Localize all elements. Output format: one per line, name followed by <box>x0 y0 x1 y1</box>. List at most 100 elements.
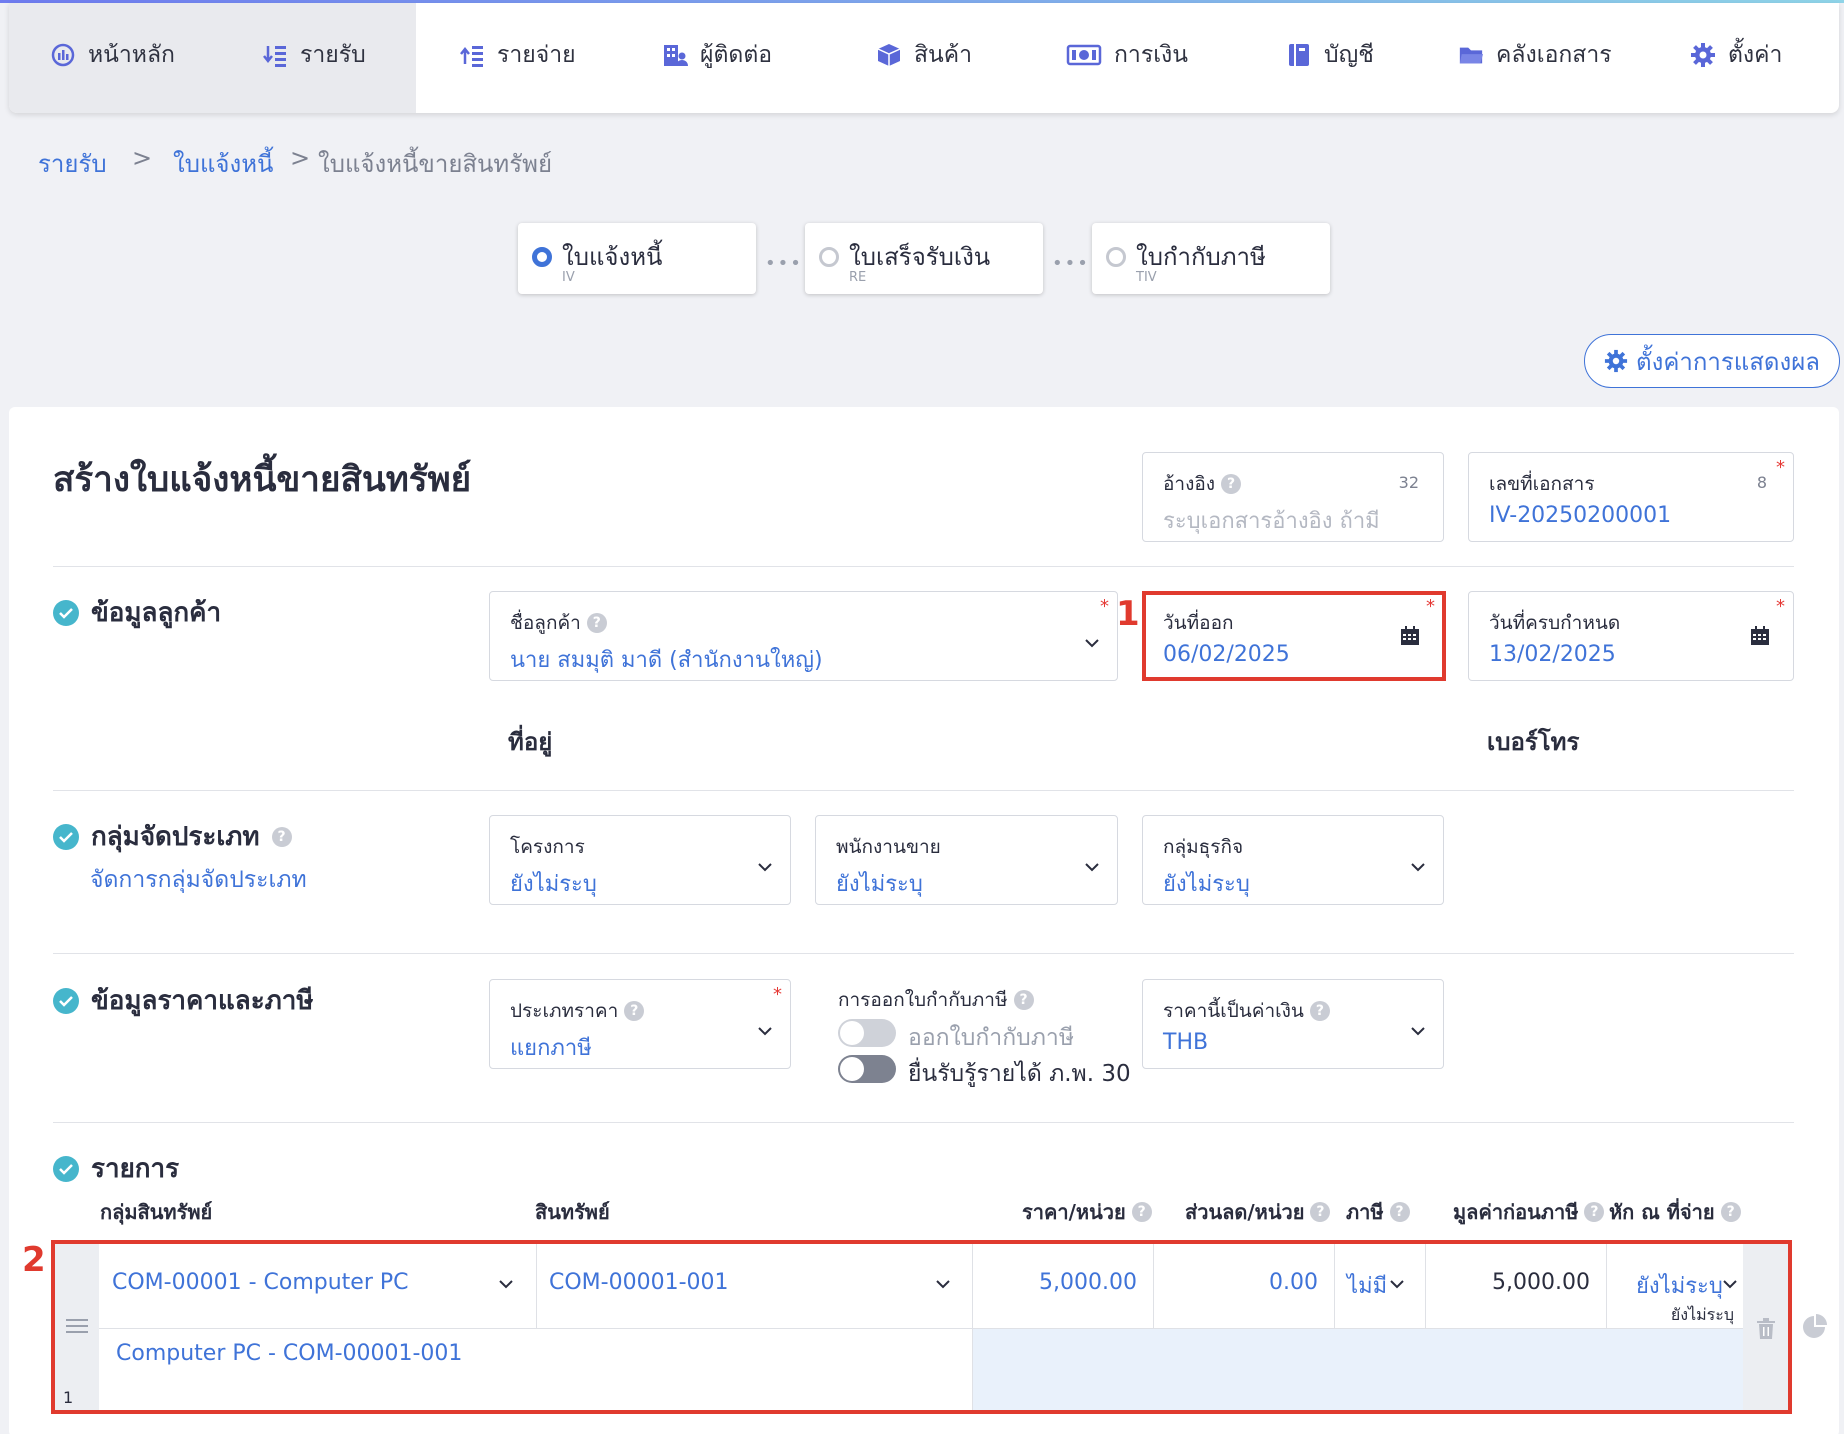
items-section-heading: รายการ <box>53 1148 179 1189</box>
chevron-down-icon <box>1085 639 1099 648</box>
currency-label: ราคานี้เป็นค่าเงิน <box>1163 1000 1304 1022</box>
pie-chart-icon[interactable] <box>1801 1314 1827 1340</box>
divider <box>53 566 1794 567</box>
currency-label-row: ราคานี้เป็นค่าเงิน? <box>1163 996 1330 1026</box>
help-icon[interactable]: ? <box>1389 1202 1410 1222</box>
nav-label: หน้าหลัก <box>88 42 175 68</box>
display-settings-button[interactable]: ตั้งค่าการแสดงผล <box>1584 334 1840 388</box>
manage-category-link[interactable]: จัดการกลุ่มจัดประเภท <box>90 862 307 898</box>
due-date-label: วันที่ครบกำหนด <box>1489 612 1621 634</box>
step-invoice[interactable]: ใบแจ้งหนี้ IV <box>518 223 756 294</box>
required-marker: * <box>1776 596 1785 617</box>
column-header-tax: ภาษี? <box>1346 1196 1410 1228</box>
column-header-pre-tax: มูลค่าก่อนภาษี? <box>1453 1196 1605 1228</box>
doc-number-label: เลขที่เอกสาร <box>1489 473 1595 495</box>
breadcrumb-income[interactable]: รายรับ <box>38 144 107 183</box>
help-icon[interactable]: ? <box>624 1001 645 1021</box>
price-type-label: ประเภทราคา <box>510 1000 619 1022</box>
customer-name-label-row: ชื่อลูกค้า? <box>510 608 607 638</box>
nav-item-finance[interactable]: การเงิน <box>1066 0 1188 110</box>
tax-invoice-label-row: การออกใบกำกับภาษี? <box>838 985 1034 1015</box>
price-type-select[interactable]: ประเภทราคา? * แยกภาษี <box>489 979 791 1069</box>
help-icon[interactable]: ? <box>1310 1202 1331 1222</box>
currency-value: THB <box>1163 1030 1209 1055</box>
step-title: ใบเสร็จรับเงิน <box>849 243 991 271</box>
nav-item-documents[interactable]: คลังเอกสาร <box>1458 0 1612 110</box>
help-icon[interactable]: ? <box>1221 474 1242 494</box>
divider <box>53 1122 1794 1123</box>
divider <box>53 953 1794 954</box>
category-section-heading: กลุ่มจัดประเภท ? <box>53 816 292 857</box>
nav-label: รายจ่าย <box>497 42 576 68</box>
revenue-pp30-label: ยื่นรับรู้รายได้ ภ.พ. 30 <box>908 1061 1131 1087</box>
contacts-icon <box>662 42 688 68</box>
nav-item-contacts[interactable]: ผู้ติดต่อ <box>662 0 772 110</box>
business-group-label: กลุ่มธุรกิจ <box>1163 836 1244 858</box>
reference-field[interactable]: อ้างอิง? 32 ระบุเอกสารอ้างอิง ถ้ามี <box>1142 452 1444 542</box>
required-marker: * <box>1776 457 1785 478</box>
char-count: 32 <box>1398 473 1419 492</box>
check-icon <box>53 599 79 626</box>
doc-number-field[interactable]: เลขที่เอกสาร 8 * IV-20250200001 <box>1468 452 1794 542</box>
salesperson-select[interactable]: พนักงานขาย ยังไม่ระบุ <box>815 815 1118 905</box>
tax-invoice-label: การออกใบกำกับภาษี <box>838 989 1008 1011</box>
chevron-down-icon <box>1085 863 1099 872</box>
header-label: กลุ่มสินทรัพย์ <box>100 1200 213 1224</box>
toggle-knob <box>840 1021 864 1045</box>
issue-tax-invoice-toggle[interactable] <box>838 1019 896 1047</box>
due-date-field[interactable]: วันที่ครบกำหนด * 13/02/2025 <box>1468 591 1794 681</box>
business-group-select[interactable]: กลุ่มธุรกิจ ยังไม่ระบุ <box>1142 815 1444 905</box>
step-indicator <box>1106 247 1126 267</box>
chevron-down-icon <box>1411 1027 1425 1036</box>
step-title: ใบแจ้งหนี้ <box>562 243 663 271</box>
required-marker: * <box>773 984 782 1005</box>
header-label: สินทรัพย์ <box>535 1200 610 1224</box>
step-receipt[interactable]: ใบเสร็จรับเงิน RE <box>805 223 1043 294</box>
help-icon[interactable]: ? <box>1131 1202 1152 1222</box>
salesperson-value: ยังไม่ระบุ <box>836 872 923 897</box>
nav-item-dashboard[interactable]: หน้าหลัก <box>50 0 175 110</box>
nav-item-income[interactable]: รายรับ <box>262 0 366 110</box>
help-icon[interactable]: ? <box>1013 990 1034 1010</box>
address-label: ที่อยู่ <box>508 728 553 756</box>
breadcrumb-invoice[interactable]: ใบแจ้งหนี้ <box>173 144 273 183</box>
reference-label: อ้างอิง <box>1163 473 1216 495</box>
nav-item-expense[interactable]: รายจ่าย <box>459 0 576 110</box>
section-title: รายการ <box>91 1154 180 1184</box>
column-header-asset-group: กลุ่มสินทรัพย์ <box>100 1196 212 1228</box>
help-icon[interactable]: ? <box>1720 1202 1741 1222</box>
income-icon <box>262 42 288 68</box>
nav-item-products[interactable]: สินค้า <box>876 0 972 110</box>
nav-item-settings[interactable]: ตั้งค่า <box>1690 0 1782 110</box>
nav-label: รายรับ <box>300 42 366 68</box>
doc-number-value: IV-20250200001 <box>1489 503 1672 528</box>
section-title: ข้อมูลราคาและภาษี <box>91 986 314 1016</box>
help-icon[interactable]: ? <box>1309 1001 1330 1021</box>
revenue-pp30-toggle[interactable] <box>838 1055 896 1083</box>
breadcrumb-separator: > <box>132 144 153 172</box>
help-icon[interactable]: ? <box>271 826 292 847</box>
header-label: ราคา/หน่วย <box>1022 1200 1126 1224</box>
expense-icon <box>459 42 485 68</box>
help-icon[interactable]: ? <box>1584 1202 1605 1222</box>
step-connector: ••• <box>1052 253 1090 274</box>
phone-label: เบอร์โทร <box>1487 728 1580 756</box>
nav-item-accounting[interactable]: บัญชี <box>1286 0 1374 110</box>
step-code: RE <box>849 270 867 285</box>
column-header-discount: ส่วนลด/หน่วย? <box>1185 1196 1331 1228</box>
page-title: สร้างใบแจ้งหนี้ขายสินทรัพย์ <box>53 460 472 500</box>
customer-name-select[interactable]: ชื่อลูกค้า? * นาย สมมุติ มาดี (สำนักงานใ… <box>489 591 1118 681</box>
project-select[interactable]: โครงการ ยังไม่ระบุ <box>489 815 791 905</box>
check-icon <box>53 823 79 850</box>
highlight-box-1 <box>1142 591 1446 681</box>
header-label: ภาษี <box>1346 1200 1384 1224</box>
step-tax-invoice[interactable]: ใบกำกับภาษี TIV <box>1092 223 1330 294</box>
help-icon[interactable]: ? <box>586 613 607 633</box>
annotation-marker-1: 1 <box>1116 594 1140 634</box>
chevron-down-icon <box>758 1027 772 1036</box>
project-label: โครงการ <box>510 836 585 858</box>
column-header-asset: สินทรัพย์ <box>535 1196 610 1228</box>
currency-select[interactable]: ราคานี้เป็นค่าเงิน? THB <box>1142 979 1444 1069</box>
calendar-icon[interactable] <box>1749 626 1771 646</box>
section-title: กลุ่มจัดประเภท <box>91 822 260 852</box>
